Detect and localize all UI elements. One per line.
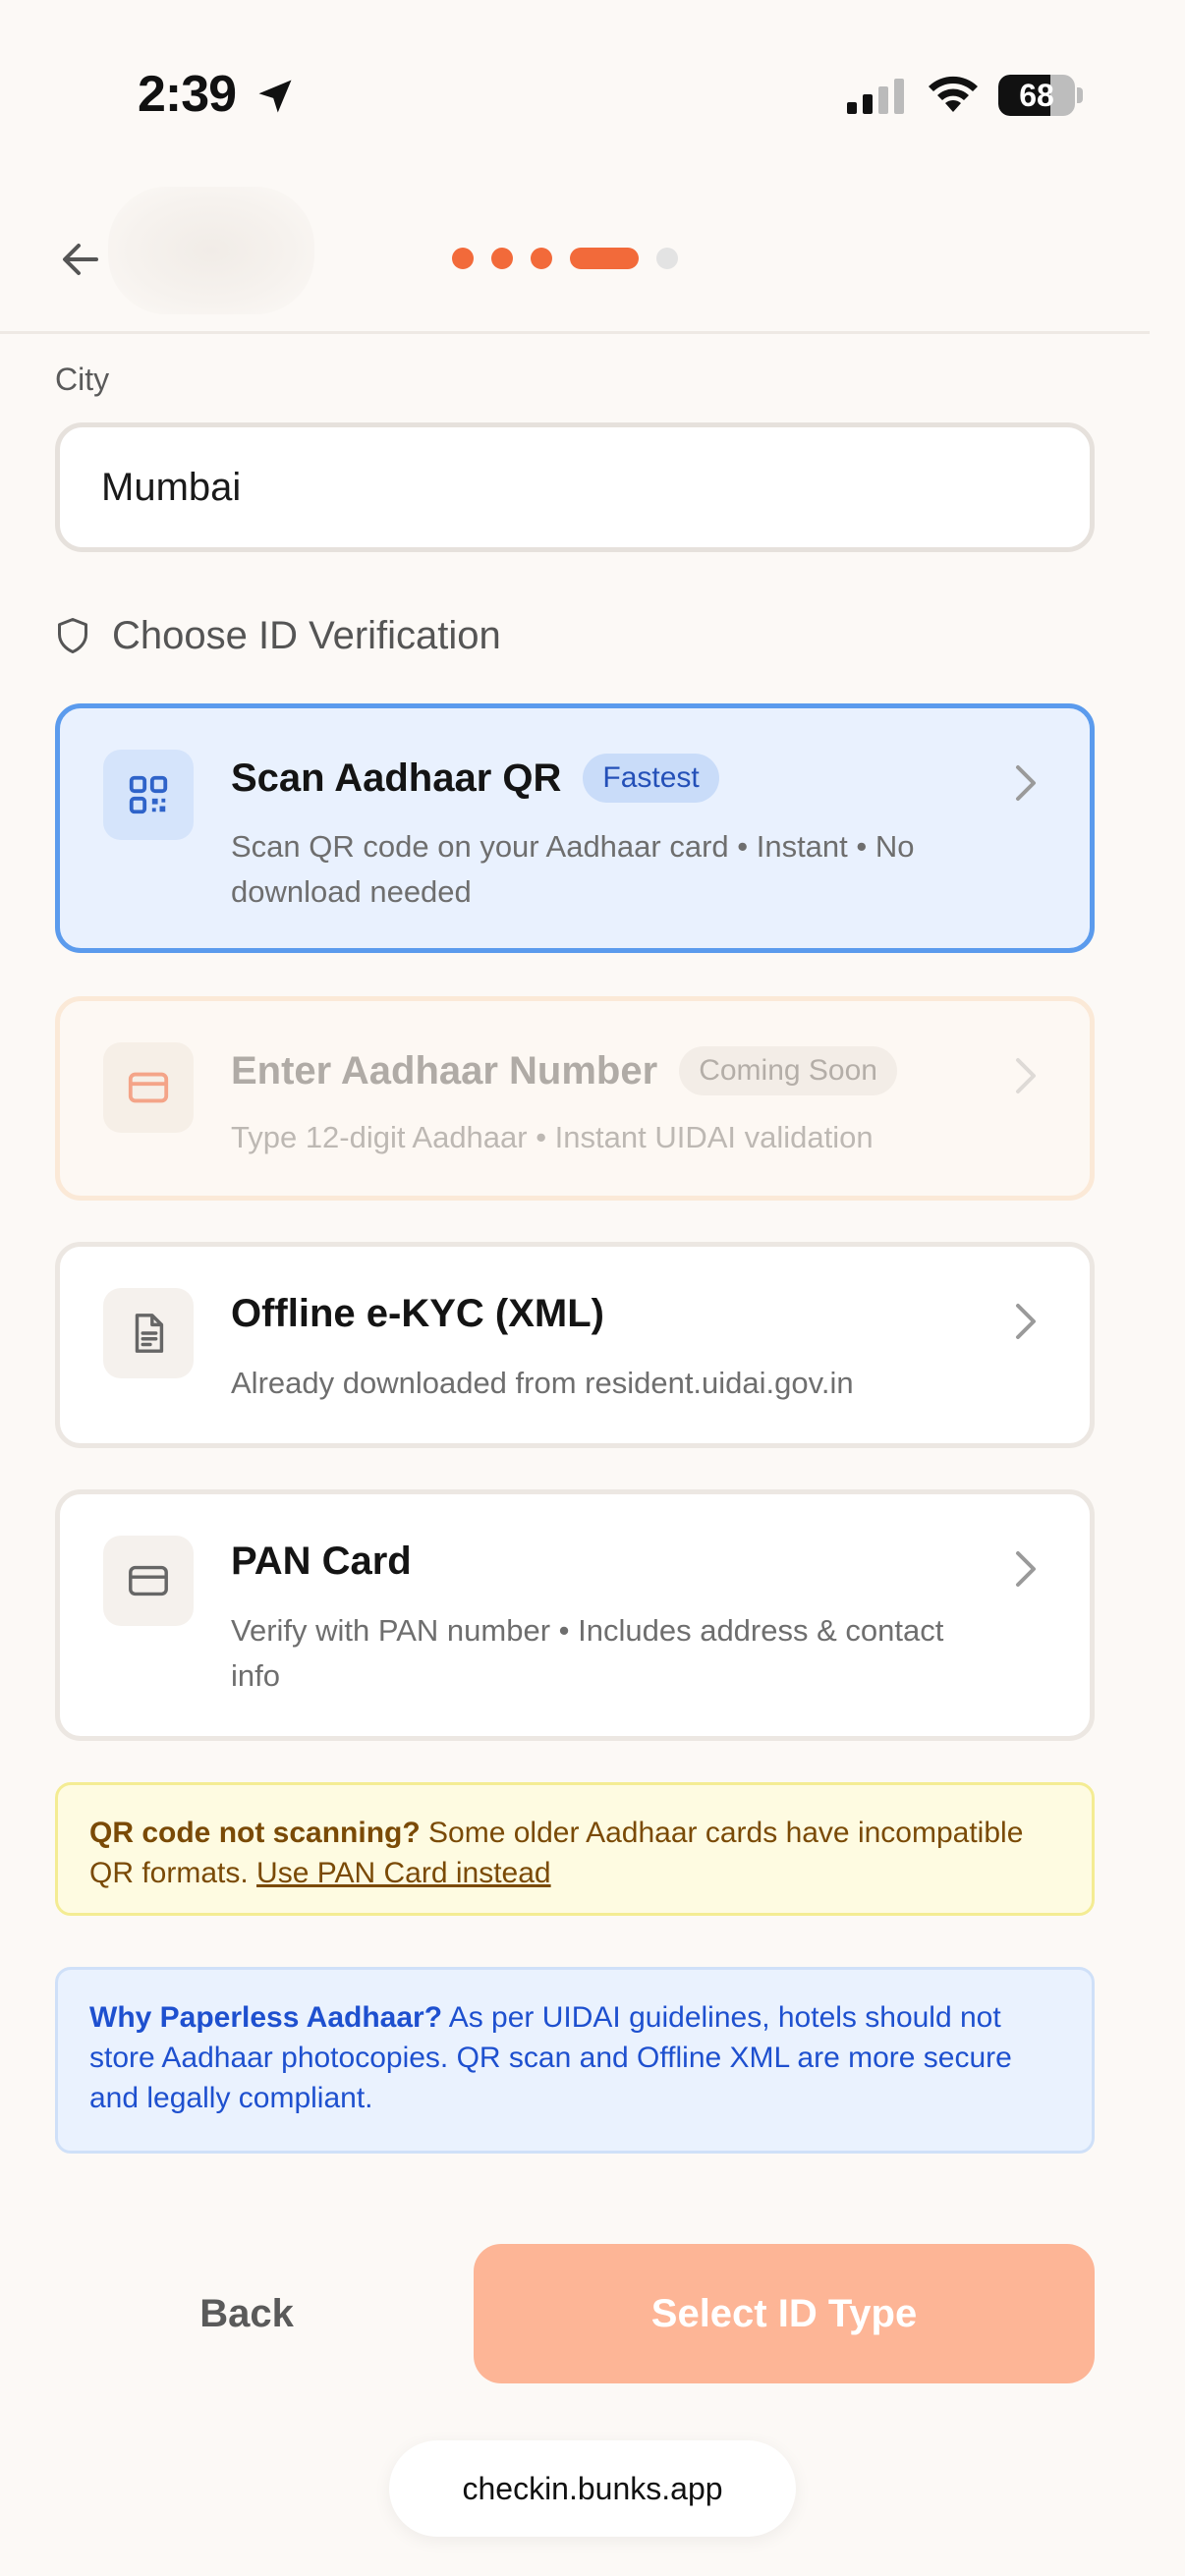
qr-warning-title: QR code not scanning? — [89, 1817, 421, 1849]
option-title: Offline e-KYC (XML) — [231, 1292, 604, 1335]
card-icon — [103, 1042, 194, 1133]
option-description: Verify with PAN number • Includes addres… — [231, 1613, 944, 1693]
location-arrow-icon — [258, 80, 292, 113]
city-input[interactable] — [55, 422, 1095, 552]
option-enter-aadhaar-number: Enter Aadhaar Number Coming Soon Type 12… — [55, 996, 1095, 1201]
option-title: Scan Aadhaar QR — [231, 756, 562, 800]
paperless-title: Why Paperless Aadhaar? — [89, 2001, 443, 2034]
card-icon — [103, 1536, 194, 1626]
option-title: PAN Card — [231, 1540, 412, 1583]
section-title: Choose ID Verification — [55, 611, 501, 660]
url-text: checkin.bunks.app — [462, 2470, 723, 2506]
document-icon — [103, 1288, 194, 1378]
section-title-text: Choose ID Verification — [112, 613, 501, 657]
battery-indicator: 68 — [998, 75, 1083, 116]
shield-icon — [58, 618, 87, 653]
step-dot-complete — [531, 248, 552, 269]
chevron-right-icon — [1016, 765, 1036, 801]
step-dot-pending — [656, 248, 678, 269]
chevron-right-icon — [1016, 1058, 1036, 1093]
fastest-badge: Fastest — [583, 754, 719, 803]
option-description: Scan QR code on your Aadhaar card • Inst… — [231, 829, 915, 909]
select-id-type-button[interactable]: Select ID Type — [474, 2244, 1095, 2383]
back-arrow-icon[interactable] — [57, 236, 104, 283]
wifi-icon — [929, 76, 978, 112]
option-description: Already downloaded from resident.uidai.g… — [231, 1366, 854, 1400]
option-title: Enter Aadhaar Number — [231, 1048, 658, 1092]
browser-url-bar[interactable]: checkin.bunks.app — [389, 2440, 796, 2537]
status-time: 2:39 — [138, 66, 237, 123]
chevron-right-icon — [1016, 1304, 1036, 1339]
step-dot-complete — [491, 248, 513, 269]
back-button[interactable]: Back — [55, 2244, 438, 2383]
qr-warning-notice: QR code not scanning? Some older Aadhaar… — [55, 1782, 1095, 1916]
header — [0, 167, 1150, 334]
step-dot-current — [570, 248, 639, 269]
option-offline-ekyc[interactable]: Offline e-KYC (XML) Already downloaded f… — [55, 1242, 1095, 1448]
status-bar: 2:39 68 — [0, 0, 1185, 157]
coming-soon-badge: Coming Soon — [679, 1046, 897, 1095]
option-scan-aadhaar-qr[interactable]: Scan Aadhaar QR Fastest Scan QR code on … — [55, 703, 1095, 953]
qr-code-icon — [103, 750, 194, 840]
city-label: City — [55, 362, 110, 397]
cellular-signal-icon — [847, 79, 904, 114]
chevron-right-icon — [1016, 1551, 1036, 1587]
battery-level: 68 — [1019, 78, 1054, 113]
use-pan-card-link[interactable]: Use PAN Card instead — [256, 1857, 551, 1889]
option-description: Type 12-digit Aadhaar • Instant UIDAI va… — [231, 1120, 874, 1154]
paperless-info-notice: Why Paperless Aadhaar? As per UIDAI guid… — [55, 1967, 1095, 2154]
step-dot-complete — [452, 248, 474, 269]
logo — [108, 187, 314, 314]
option-pan-card[interactable]: PAN Card Verify with PAN number • Includ… — [55, 1489, 1095, 1741]
step-progress — [452, 248, 678, 269]
